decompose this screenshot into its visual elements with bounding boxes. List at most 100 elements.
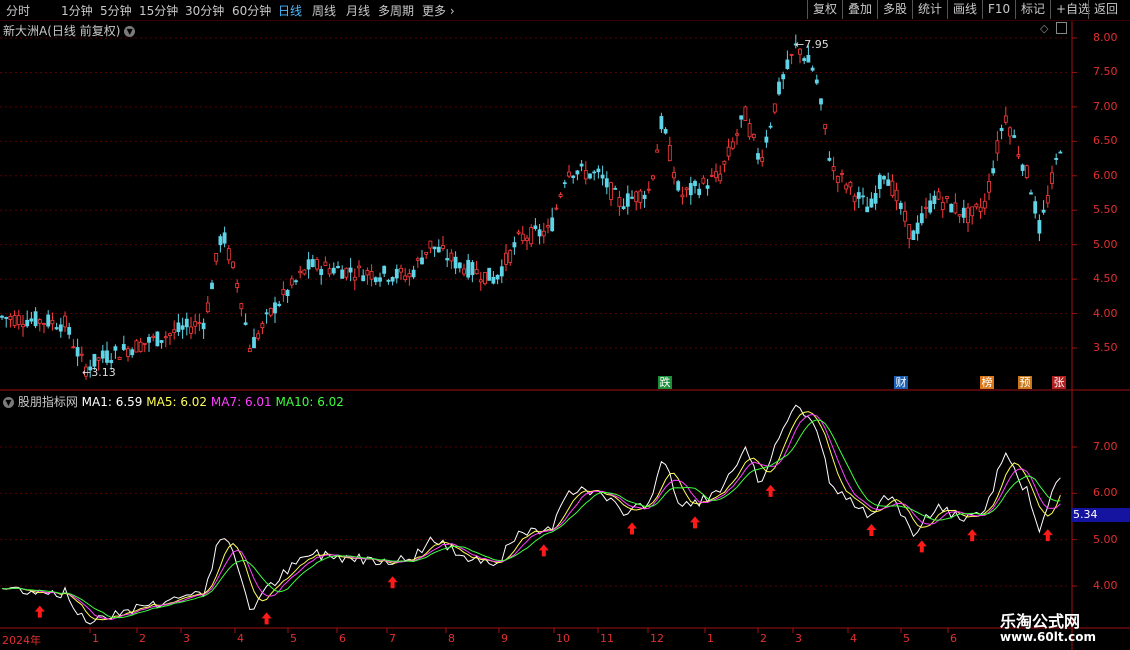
candle-body	[898, 202, 903, 209]
candle-body	[75, 347, 80, 357]
month-label: 7	[389, 632, 396, 645]
candle-body	[239, 303, 244, 310]
candle-body	[193, 321, 198, 327]
month-label: 2	[760, 632, 767, 645]
candle-body	[407, 273, 412, 278]
candle-body	[420, 257, 424, 265]
candle-body	[373, 277, 378, 283]
chevron-down-icon[interactable]: ▼	[3, 397, 14, 408]
candle-body	[722, 160, 727, 165]
candle-body	[201, 322, 206, 330]
candle-body	[579, 163, 584, 167]
candle-body	[915, 222, 920, 234]
event-forecast[interactable]: 预	[1018, 376, 1032, 389]
diamond-icon[interactable]: ◇	[1040, 22, 1048, 35]
candle-body	[760, 157, 765, 162]
candle-body	[79, 353, 84, 356]
ma7-label: MA7: 6.01	[210, 395, 272, 409]
candle-body	[978, 206, 983, 212]
window-icon[interactable]	[1056, 22, 1067, 34]
indicator-panel-title: ▼ 股朋指标网 MA1: 6.59 MA5: 6.02 MA7: 6.01 MA…	[3, 393, 344, 410]
candle-body	[470, 262, 475, 276]
month-label: 4	[237, 632, 244, 645]
candle-body	[33, 311, 38, 327]
year-label: 2024年	[2, 634, 41, 647]
candle-body	[54, 327, 59, 330]
high-label: 7.95	[804, 38, 829, 51]
candle-body	[96, 357, 101, 361]
candle-body	[882, 176, 886, 180]
candle-body	[655, 149, 660, 153]
candle-body	[474, 269, 479, 275]
price-axis-label: 6.50	[1093, 134, 1118, 148]
candle-body	[415, 258, 420, 261]
candle-body	[596, 168, 601, 173]
candle-body	[865, 206, 870, 213]
candle-body	[617, 197, 622, 207]
candle-body	[436, 246, 441, 253]
candle-body	[365, 270, 370, 276]
candle-body	[533, 225, 538, 229]
candle-body	[63, 315, 67, 328]
candle-body	[856, 192, 861, 199]
candle-body	[550, 217, 555, 232]
current-price-tag: 5.34	[1071, 508, 1130, 522]
candle-body	[403, 275, 408, 281]
candle-body	[1024, 165, 1029, 178]
candle-body	[714, 171, 718, 179]
candle-body	[932, 195, 937, 205]
event-finance[interactable]: 财	[894, 376, 908, 389]
candle-body	[298, 270, 303, 274]
candle-body	[751, 133, 756, 139]
candle-body	[625, 193, 630, 207]
candle-body	[386, 279, 391, 282]
candle-body	[390, 277, 395, 282]
candle-body	[684, 187, 689, 191]
candle-body	[688, 183, 693, 196]
candle-body	[264, 312, 269, 315]
price-axis-label: 8.00	[1093, 31, 1118, 44]
candle-body	[852, 195, 857, 203]
kline-chart[interactable]	[0, 0, 1130, 650]
candle-body	[180, 325, 185, 330]
candle-body	[814, 79, 819, 84]
candle-body	[142, 342, 147, 345]
candle-body	[176, 322, 181, 333]
buy-arrow-icon	[261, 612, 272, 625]
candle-body	[369, 270, 374, 280]
candle-body	[285, 289, 290, 297]
candle-body	[789, 53, 794, 56]
candle-body	[260, 323, 265, 329]
event-list[interactable]: 榜	[980, 376, 994, 389]
chevron-down-icon[interactable]: ▼	[124, 26, 136, 37]
candle-body	[890, 180, 895, 196]
event-fall[interactable]: 跌	[658, 376, 672, 389]
candle-body	[609, 182, 613, 200]
low-marker: ←3.13	[82, 366, 116, 379]
buy-arrow-icon	[765, 484, 776, 497]
candle-body	[126, 348, 130, 357]
indicator-name: 股朋指标网	[17, 395, 78, 409]
candle-body	[562, 182, 567, 185]
event-zhang[interactable]: 张	[1052, 376, 1066, 389]
indicator-axis-label: 5.00	[1093, 532, 1118, 546]
candle-body	[1033, 201, 1038, 214]
candle-body	[294, 280, 298, 283]
candle-body	[252, 337, 256, 349]
candle-body	[319, 269, 324, 276]
watermark-title: 乐淘公式网	[1000, 612, 1081, 631]
candle-body	[974, 203, 979, 208]
indicator-axis-label: 4.00	[1093, 579, 1118, 592]
candle-body	[357, 265, 361, 269]
ma5-label: MA5: 6.02	[146, 395, 208, 409]
candle-body	[231, 261, 235, 268]
candle-body	[487, 267, 492, 281]
candle-body	[907, 224, 912, 240]
candle-body	[869, 198, 874, 208]
candle-body	[957, 214, 962, 217]
candle-body	[894, 189, 899, 202]
candle-body	[844, 184, 849, 190]
stock-title: 新大洲A(日线 前复权)	[3, 24, 121, 38]
candle-body	[1054, 157, 1059, 160]
candle-body	[571, 175, 576, 178]
